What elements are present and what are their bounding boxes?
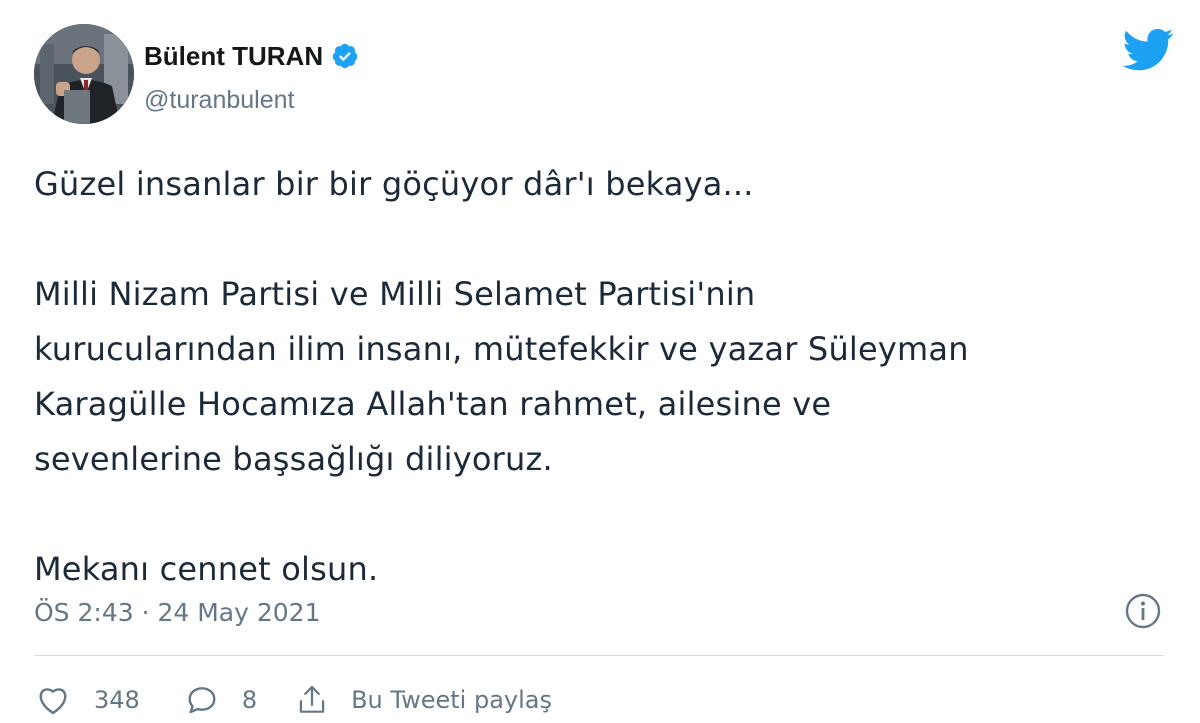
verified-badge-icon (331, 42, 359, 70)
tweet-paragraph: Mekanı cennet olsun. (34, 550, 379, 588)
tweet-text: Güzel insanlar bir bir göçüyor dâr'ı bek… (34, 157, 1154, 597)
share-icon (297, 684, 327, 716)
tweet-line: Milli Nizam Partisi ve Milli Selamet Par… (34, 275, 756, 313)
like-button[interactable]: 348 (36, 685, 140, 715)
info-icon[interactable] (1124, 592, 1162, 630)
avatar[interactable] (34, 24, 134, 124)
twitter-bird-icon[interactable] (1122, 28, 1174, 72)
tweet-line: kurucularından ilim insanı, mütefekkir v… (34, 330, 969, 368)
user-block: Bülent TURAN @turanbulent (144, 40, 359, 115)
author-name[interactable]: Bülent TURAN (144, 41, 323, 72)
author-handle[interactable]: @turanbulent (144, 86, 359, 115)
tweet-meta: ÖS 2:43 · 24 May 2021 (34, 592, 1164, 632)
tweet-timestamp[interactable]: ÖS 2:43 · 24 May 2021 (34, 598, 321, 627)
tweet-paragraph: Güzel insanlar bir bir göçüyor dâr'ı bek… (34, 165, 754, 203)
share-label: Bu Tweeti paylaş (351, 686, 552, 714)
tweet-header: Bülent TURAN @turanbulent (34, 24, 1174, 126)
name-row: Bülent TURAN (144, 40, 359, 72)
share-button[interactable]: Bu Tweeti paylaş (297, 684, 552, 716)
tweet-actions: 348 8 Bu Tweeti paylaş (36, 678, 552, 722)
tweet-line: sevenlerine başsağlığı diliyoruz. (34, 440, 553, 478)
like-count: 348 (94, 686, 140, 714)
divider (34, 655, 1164, 656)
tweet-line: Karagülle Hocamıza Allah'tan rahmet, ail… (34, 385, 832, 423)
reply-button[interactable]: 8 (186, 685, 257, 715)
tweet-card: Bülent TURAN @turanbulent Güzel insanlar… (0, 0, 1200, 723)
reply-bubble-icon (186, 685, 218, 715)
heart-icon (36, 685, 70, 715)
reply-count: 8 (241, 686, 258, 714)
